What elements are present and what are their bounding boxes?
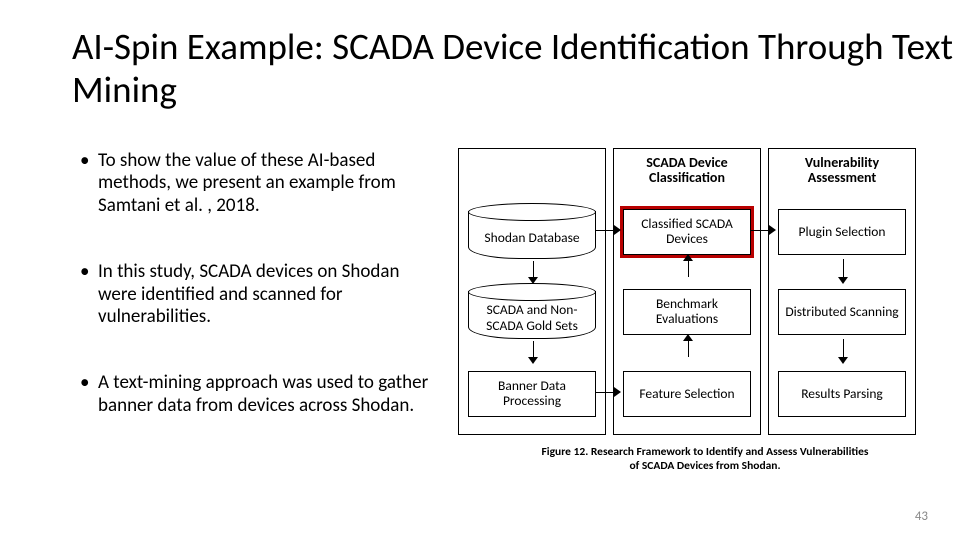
diagram-box-scanning: Distributed Scanning	[778, 289, 906, 335]
figure-caption: Figure 12. Research Framework to Identif…	[540, 446, 870, 473]
diagram-cylinder-shodan: Shodan Database	[468, 211, 596, 259]
diagram-column-data: Shodan Database SCADA and Non-SCADA Gold…	[458, 148, 606, 435]
bullet-item: A text-mining approach was used to gathe…	[80, 372, 435, 417]
column-header	[459, 149, 605, 181]
slide-title: AI-Spin Example: SCADA Device Identifica…	[72, 26, 960, 111]
column-header: SCADA Device Classification	[614, 149, 760, 196]
page-number: 43	[915, 509, 928, 524]
bullet-item: To show the value of these AI-based meth…	[80, 150, 435, 217]
framework-diagram: Shodan Database SCADA and Non-SCADA Gold…	[458, 148, 916, 435]
diagram-box-feature: Feature Selection	[623, 371, 751, 417]
diagram-column-classification: SCADA Device Classification Classified S…	[613, 148, 761, 435]
diagram-box-classified-highlighted: Classified SCADA Devices	[623, 209, 751, 255]
diagram-column-vulnerability: Vulnerability Assessment Plugin Selectio…	[768, 148, 916, 435]
diagram-box-plugin: Plugin Selection	[778, 209, 906, 255]
diagram-cylinder-goldsets: SCADA and Non-SCADA Gold Sets	[468, 291, 596, 339]
diagram-box-parsing: Results Parsing	[778, 371, 906, 417]
column-header: Vulnerability Assessment	[769, 149, 915, 196]
diagram-box-benchmark: Benchmark Evaluations	[623, 289, 751, 335]
bullet-item: In this study, SCADA devices on Shodan w…	[80, 261, 435, 328]
diagram-box-banner: Banner Data Processing	[468, 371, 596, 417]
bullet-list: To show the value of these AI-based meth…	[80, 150, 435, 461]
